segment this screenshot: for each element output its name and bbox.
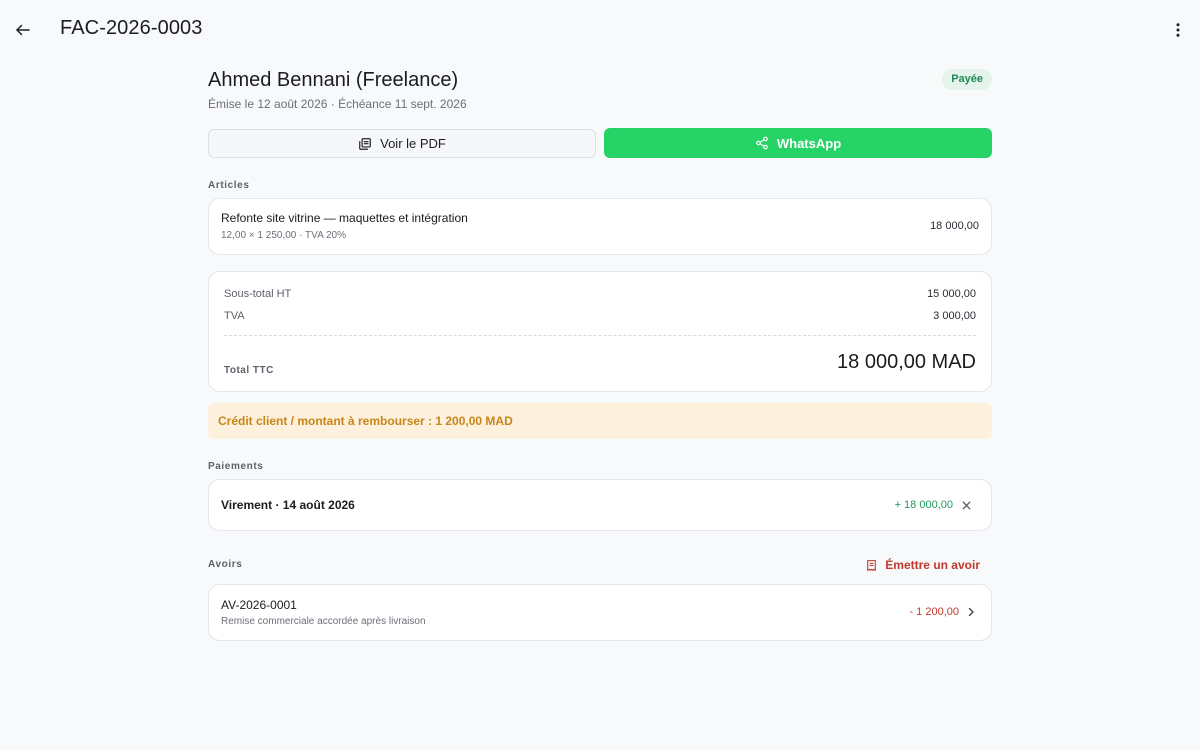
tva-row: TVA 3 000,00 xyxy=(224,310,976,322)
article-detail: 12,00 × 1 250,00 · TVA 20% xyxy=(221,230,346,241)
payment-item: Virement · 14 août 2026 + 18 000,00 xyxy=(208,479,992,531)
subtotal-row: Sous-total HT 15 000,00 xyxy=(224,288,976,300)
app-bar: FAC-2026-0003 xyxy=(0,0,1200,60)
emit-avoir-button[interactable]: Émettre un avoir xyxy=(865,556,980,574)
receipt-icon xyxy=(867,559,877,571)
invoice-dates: Émise le 12 août 2026 · Échéance 11 sept… xyxy=(208,97,467,111)
avoir-description: Remise commerciale accordée après livrai… xyxy=(221,616,426,627)
avoirs-section-label: Avoirs xyxy=(208,559,243,570)
close-icon xyxy=(962,501,970,509)
tva-label: TVA xyxy=(224,310,245,322)
subtotal-label: Sous-total HT xyxy=(224,288,292,300)
payment-label: Virement · 14 août 2026 xyxy=(221,498,355,512)
whatsapp-label: WhatsApp xyxy=(776,135,842,151)
whatsapp-button[interactable]: WhatsApp xyxy=(604,128,992,158)
back-button[interactable] xyxy=(11,18,35,42)
status-badge: Payée xyxy=(942,69,992,90)
view-pdf-label: Voir le PDF xyxy=(380,136,446,151)
pdf-document-icon xyxy=(359,137,371,150)
arrow-left-icon xyxy=(16,24,30,36)
page-title: FAC-2026-0003 xyxy=(60,17,203,39)
article-amount: 18 000,00 xyxy=(930,220,979,232)
totals-divider xyxy=(224,335,976,336)
share-icon xyxy=(756,136,768,150)
remove-payment-button[interactable] xyxy=(957,496,975,514)
more-options-button[interactable] xyxy=(1166,18,1190,42)
view-pdf-button[interactable]: Voir le PDF xyxy=(208,129,596,158)
client-name: Ahmed Bennani (Freelance) xyxy=(208,69,459,91)
avoir-amount: - 1 200,00 xyxy=(909,606,959,618)
payments-section-label: Paiements xyxy=(208,461,264,472)
avoir-number: AV-2026-0001 xyxy=(221,598,297,612)
payment-amount: + 18 000,00 xyxy=(894,499,953,511)
more-vertical-icon xyxy=(1176,23,1180,37)
articles-section-label: Articles xyxy=(208,180,250,191)
chevron-right-icon xyxy=(963,604,979,620)
article-title: Refonte site vitrine — maquettes et inté… xyxy=(221,211,468,225)
ttc-value: 18 000,00 MAD xyxy=(837,351,976,373)
avoir-item[interactable]: AV-2026-0001 Remise commerciale accordée… xyxy=(208,584,992,641)
subtotal-value: 15 000,00 xyxy=(927,288,976,300)
ttc-label: Total TTC xyxy=(224,365,274,376)
article-item[interactable]: Refonte site vitrine — maquettes et inté… xyxy=(208,198,992,255)
totals-card: Sous-total HT 15 000,00 TVA 3 000,00 Tot… xyxy=(208,271,992,392)
credit-notice: Crédit client / montant à rembourser : 1… xyxy=(208,403,992,439)
tva-value: 3 000,00 xyxy=(933,310,976,322)
emit-avoir-label: Émettre un avoir xyxy=(885,558,980,572)
